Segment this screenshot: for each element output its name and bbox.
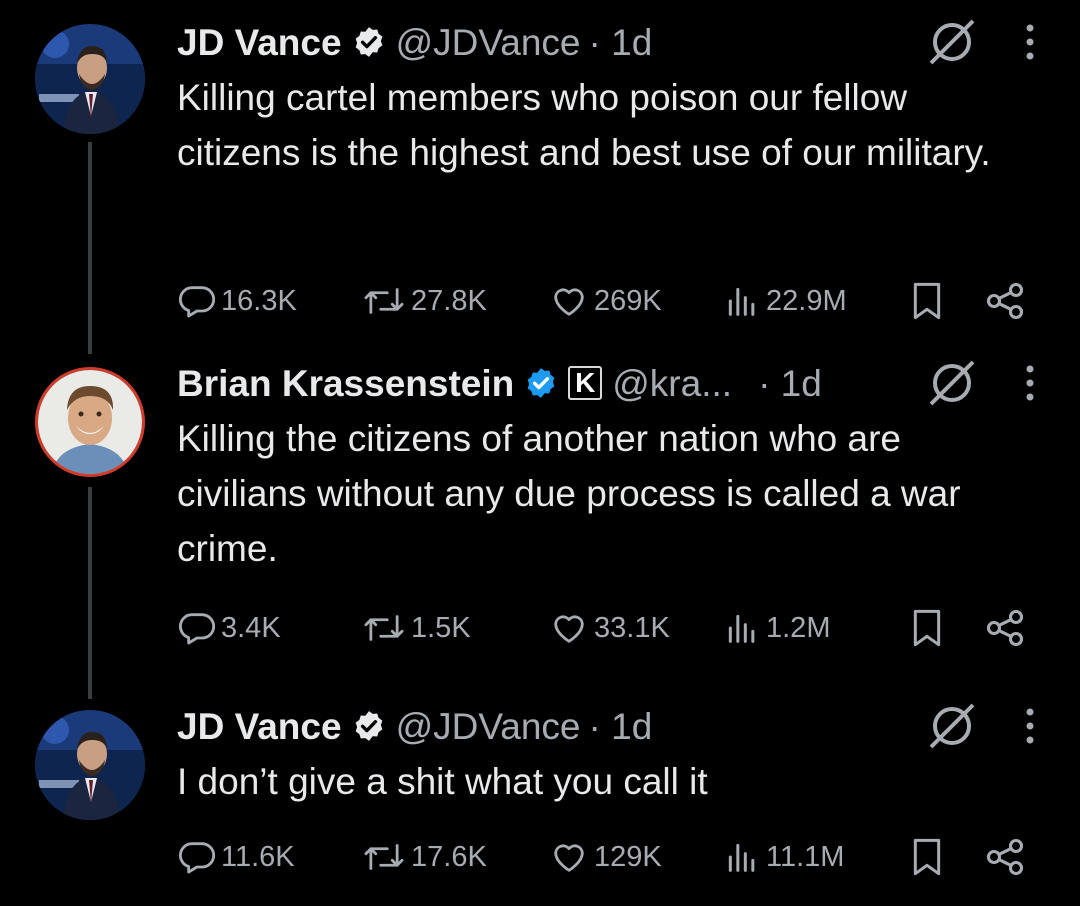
like-count: 129K: [594, 840, 662, 873]
tweet-text: Killing cartel members who poison our fe…: [177, 77, 991, 173]
more-icon[interactable]: [1023, 22, 1037, 62]
tweet[interactable]: JD Vance @JDVance · 1d Killing cartel me…: [177, 14, 1037, 320]
views-icon: [728, 843, 755, 872]
like-icon: [554, 288, 584, 316]
bookmark-button[interactable]: [907, 603, 951, 653]
verified-badge-icon: [527, 368, 555, 398]
tweet-header: Brian Krassenstein K @kra... · 1d: [177, 355, 1037, 411]
reply-button[interactable]: 16.3K: [177, 276, 297, 326]
like-count: 269K: [594, 284, 662, 317]
action-bar: 16.3K 27.8K 269K 22.9M: [177, 276, 1037, 326]
verified-badge-icon: [355, 711, 382, 741]
timestamp[interactable]: · 1d: [589, 708, 653, 745]
verified-badge-icon: [355, 27, 382, 57]
timestamp[interactable]: · 1d: [589, 24, 653, 61]
views-icon: [728, 287, 755, 316]
share-icon: [986, 838, 1024, 876]
action-bar: 3.4K 1.5K 33.1K 1.2M: [177, 603, 1037, 653]
author-name[interactable]: JD Vance: [177, 708, 342, 745]
tweet-text: I don’t give a shit what you call it: [177, 761, 708, 802]
like-button[interactable]: 129K: [548, 832, 662, 882]
repost-button[interactable]: 17.6K: [361, 832, 487, 882]
grok-icon[interactable]: [925, 356, 979, 410]
reply-count: 16.3K: [221, 284, 297, 317]
like-button[interactable]: 33.1K: [548, 603, 670, 653]
reply-icon: [179, 613, 215, 645]
bookmark-icon: [913, 609, 941, 647]
bookmark-button[interactable]: [907, 832, 951, 882]
views-count: 11.1M: [766, 840, 845, 873]
share-icon: [986, 609, 1024, 647]
share-button[interactable]: [983, 603, 1031, 653]
tweet-header: JD Vance @JDVance · 1d: [177, 698, 1037, 754]
views-count: 22.9M: [766, 284, 847, 317]
repost-icon: [364, 844, 404, 870]
tweet-text: Killing the citizens of another nation w…: [177, 418, 961, 569]
author-name[interactable]: JD Vance: [177, 24, 342, 61]
reply-button[interactable]: 3.4K: [177, 603, 281, 653]
bookmark-button[interactable]: [907, 276, 951, 326]
share-button[interactable]: [983, 276, 1031, 326]
bookmark-icon: [913, 282, 941, 320]
like-button[interactable]: 269K: [548, 276, 662, 326]
repost-button[interactable]: 1.5K: [361, 603, 471, 653]
timestamp[interactable]: · 1d: [758, 365, 822, 402]
avatar[interactable]: [35, 24, 145, 134]
more-icon[interactable]: [1023, 706, 1037, 746]
repost-count: 27.8K: [411, 284, 487, 317]
like-icon: [554, 615, 584, 643]
tweet-header: JD Vance @JDVance · 1d: [177, 14, 1037, 70]
avatar[interactable]: [35, 710, 145, 820]
affiliate-badge[interactable]: K: [568, 366, 603, 400]
tweet[interactable]: Brian Krassenstein K @kra... · 1d Killin…: [177, 355, 1037, 647]
reply-count: 11.6K: [221, 840, 295, 873]
repost-icon: [364, 615, 404, 641]
author-handle[interactable]: @kra...: [612, 365, 732, 402]
thread-line: [88, 142, 92, 354]
tweet[interactable]: JD Vance @JDVance · 1d I don’t give a sh…: [177, 698, 1037, 876]
avatar[interactable]: [35, 367, 145, 477]
share-button[interactable]: [983, 832, 1031, 882]
share-icon: [986, 282, 1024, 320]
reply-button[interactable]: 11.6K: [177, 832, 295, 882]
author-name[interactable]: Brian Krassenstein: [177, 365, 514, 402]
like-count: 33.1K: [594, 611, 670, 644]
action-bar: 11.6K 17.6K 129K 11.1M: [177, 832, 1037, 882]
views-button[interactable]: 22.9M: [722, 276, 847, 326]
author-handle[interactable]: @JDVance: [396, 708, 581, 745]
grok-icon[interactable]: [925, 15, 979, 69]
thread-line: [88, 487, 92, 699]
like-icon: [554, 844, 584, 872]
author-handle[interactable]: @JDVance: [396, 24, 581, 61]
grok-icon[interactable]: [925, 699, 979, 753]
bookmark-icon: [913, 838, 941, 876]
reply-icon: [179, 842, 215, 874]
views-icon: [728, 614, 755, 643]
repost-button[interactable]: 27.8K: [361, 276, 487, 326]
views-count: 1.2M: [766, 611, 831, 644]
repost-count: 17.6K: [411, 840, 487, 873]
views-button[interactable]: 1.2M: [722, 603, 830, 653]
more-icon[interactable]: [1023, 363, 1037, 403]
views-button[interactable]: 11.1M: [722, 832, 844, 882]
repost-icon: [364, 288, 404, 314]
reply-icon: [179, 286, 215, 318]
repost-count: 1.5K: [411, 611, 471, 644]
reply-count: 3.4K: [221, 611, 281, 644]
